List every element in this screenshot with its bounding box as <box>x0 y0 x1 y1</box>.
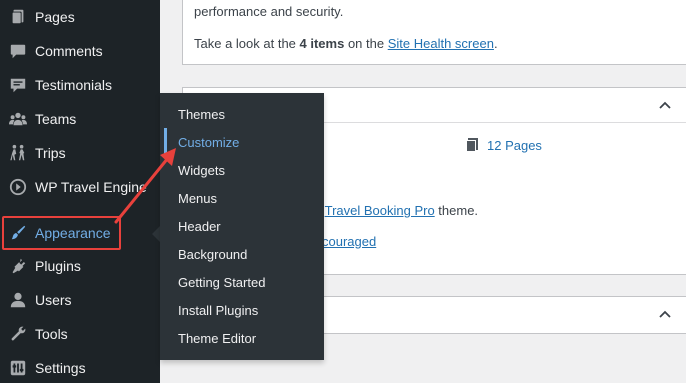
wp-travel-engine-icon <box>8 177 28 197</box>
testimonials-icon <box>8 75 28 95</box>
submenu-getting-started[interactable]: Getting Started <box>178 270 265 294</box>
search-engines-discouraged-link[interactable]: couraged <box>322 234 376 249</box>
users-icon <box>8 290 28 310</box>
trips-icon <box>8 143 28 163</box>
sidebar-item-pages[interactable]: Pages <box>0 0 160 34</box>
sidebar-item-teams[interactable]: Teams <box>0 102 160 136</box>
sidebar-item-label: Testimonials <box>35 77 113 93</box>
sidebar-item-settings[interactable]: Settings <box>0 351 160 383</box>
chevron-up-icon[interactable] <box>657 306 673 322</box>
items-count: 4 items <box>299 36 345 51</box>
theme-link[interactable]: Travel Booking Pro <box>325 203 435 218</box>
theme-info: g Travel Booking Pro theme. <box>314 203 479 218</box>
sidebar-item-label: Users <box>35 292 72 308</box>
pages-glance-icon <box>464 137 480 153</box>
sidebar-item-label: Plugins <box>35 258 81 274</box>
tools-icon <box>8 324 28 344</box>
sidebar-item-label: Settings <box>35 360 86 376</box>
sidebar-item-trips[interactable]: Trips <box>0 136 160 170</box>
submenu-theme-editor[interactable]: Theme Editor <box>178 326 256 350</box>
submenu-customize[interactable]: Customize <box>178 130 239 154</box>
submenu-header[interactable]: Header <box>178 214 221 238</box>
site-health-screen-link[interactable]: Site Health screen <box>388 36 494 51</box>
settings-icon <box>8 358 28 378</box>
sidebar-item-label: Trips <box>35 145 66 161</box>
appearance-highlight-annotation <box>2 216 121 250</box>
sidebar-item-label: Tools <box>35 326 68 342</box>
submenu-widgets[interactable]: Widgets <box>178 158 225 182</box>
submenu-menus[interactable]: Menus <box>178 186 217 210</box>
submenu-themes[interactable]: Themes <box>178 102 225 126</box>
current-item-indicator <box>164 128 167 154</box>
admin-sidebar: Pages Comments Testimonials Teams Trips … <box>0 0 160 383</box>
plugins-icon <box>8 256 28 276</box>
comments-icon <box>8 41 28 61</box>
sidebar-item-testimonials[interactable]: Testimonials <box>0 68 160 102</box>
sidebar-item-wp-travel-engine[interactable]: WP Travel Engine <box>0 170 160 204</box>
sidebar-item-label: WP Travel Engine <box>35 179 147 195</box>
sidebar-item-label: Teams <box>35 111 77 127</box>
site-health-line1: performance and security. <box>194 4 344 19</box>
site-health-summary: Take a look at the 4 items on the Site H… <box>194 36 498 51</box>
submenu-install-plugins[interactable]: Install Plugins <box>178 298 258 322</box>
submenu-background[interactable]: Background <box>178 242 247 266</box>
sidebar-item-users[interactable]: Users <box>0 283 160 317</box>
pages-count: 12 Pages <box>464 137 542 153</box>
pages-count-link[interactable]: 12 Pages <box>487 138 542 153</box>
chevron-up-icon[interactable] <box>657 97 673 113</box>
sidebar-item-tools[interactable]: Tools <box>0 317 160 351</box>
teams-icon <box>8 109 28 129</box>
flyout-pointer <box>152 226 160 242</box>
sidebar-item-label: Pages <box>35 9 75 25</box>
sidebar-item-plugins[interactable]: Plugins <box>0 249 160 283</box>
sidebar-item-label: Comments <box>35 43 103 59</box>
pages-icon <box>8 7 28 27</box>
appearance-flyout-menu: Themes Customize Widgets Menus Header Ba… <box>160 93 324 360</box>
sidebar-item-comments[interactable]: Comments <box>0 34 160 68</box>
